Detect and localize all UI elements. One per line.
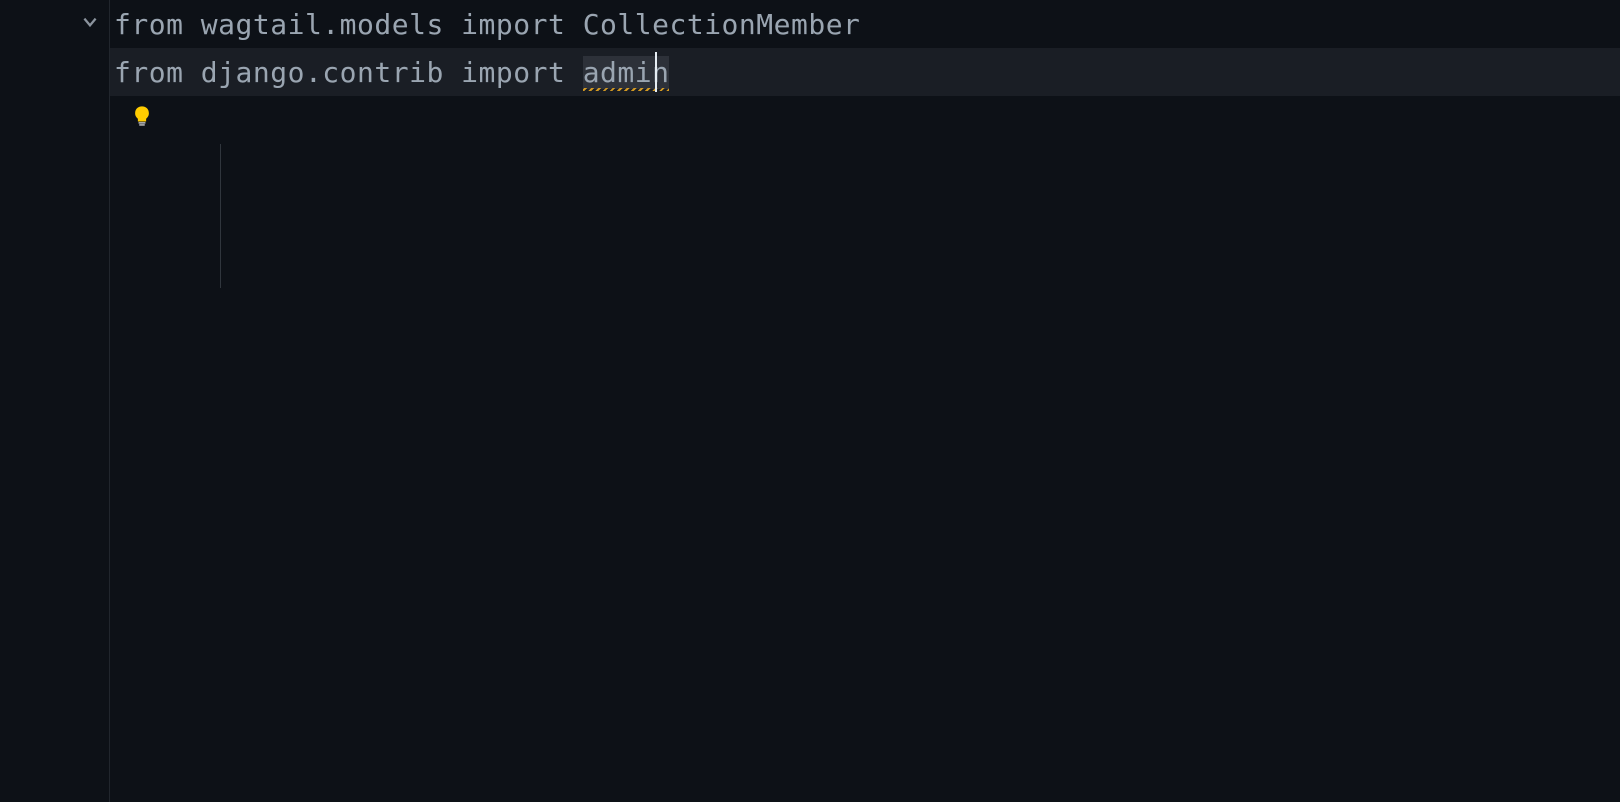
code-text-segment: wagtail.models	[201, 8, 461, 41]
lightbulb-icon[interactable]	[128, 102, 156, 130]
code-text-segment: import	[461, 8, 583, 41]
code-editor[interactable]: from wagtail.models import CollectionMem…	[0, 0, 1620, 802]
code-text-segment: from	[114, 56, 201, 89]
code-line[interactable]: from wagtail.models import CollectionMem…	[110, 0, 1620, 48]
code-line-active[interactable]: from django.contrib import admin	[110, 48, 1620, 96]
indent-guide	[220, 144, 221, 288]
fold-indicator-icon[interactable]	[78, 10, 102, 34]
editor-gutter	[0, 0, 110, 802]
text-cursor	[655, 52, 657, 92]
code-content-area[interactable]: from wagtail.models import CollectionMem…	[110, 0, 1620, 802]
code-text-segment: CollectionMember	[583, 8, 861, 41]
code-text-segment: import	[461, 56, 583, 89]
code-text-segment: from	[114, 8, 201, 41]
code-text-segment: django.contrib	[201, 56, 461, 89]
